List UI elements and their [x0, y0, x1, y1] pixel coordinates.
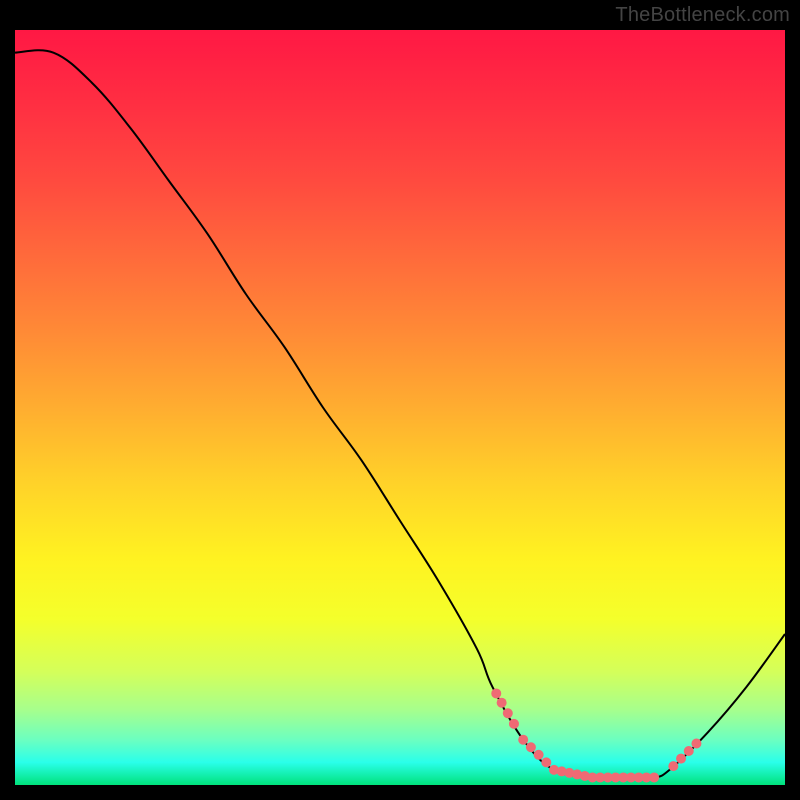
plot-frame — [15, 30, 785, 785]
curve-marker-dot — [541, 757, 551, 767]
curve-marker-dot — [676, 754, 686, 764]
curve-marker-dot — [509, 719, 519, 729]
curve-marker-dot — [691, 738, 701, 748]
curve-marker-dot — [497, 698, 507, 708]
chart-root: TheBottleneck.com — [0, 0, 800, 800]
watermark-text: TheBottleneck.com — [615, 4, 790, 27]
gradient-background — [15, 30, 785, 785]
curve-marker-dot — [649, 772, 659, 782]
curve-marker-dot — [491, 688, 501, 698]
curve-marker-dot — [526, 742, 536, 752]
plot-svg — [15, 30, 785, 785]
curve-marker-dot — [534, 750, 544, 760]
curve-marker-dot — [684, 746, 694, 756]
curve-marker-dot — [518, 735, 528, 745]
curve-marker-dot — [503, 708, 513, 718]
curve-marker-dot — [668, 761, 678, 771]
